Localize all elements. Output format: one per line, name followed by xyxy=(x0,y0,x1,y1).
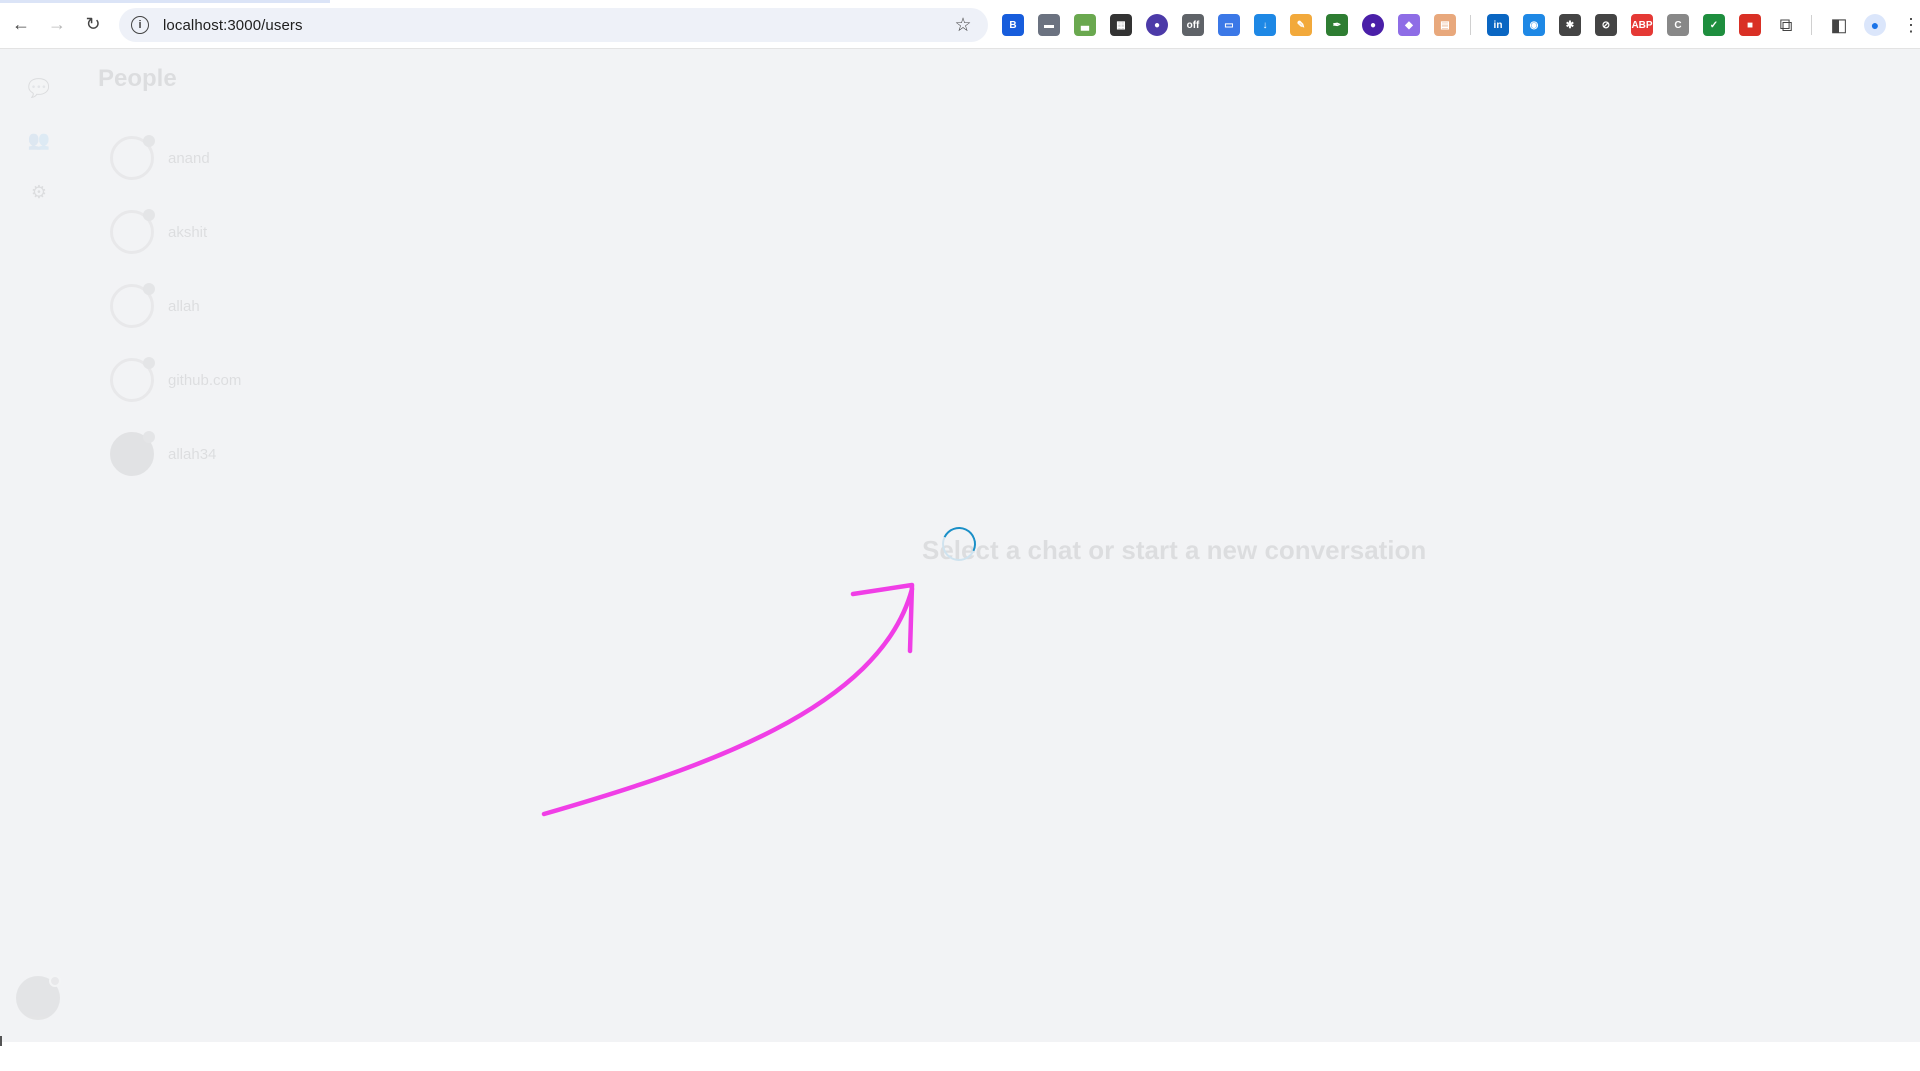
settings-icon: ⚙ xyxy=(30,181,48,202)
app-page: 💬 👥 ⚙ People anand akshit allah github.c… xyxy=(0,49,1920,1042)
user-avatar xyxy=(110,357,155,402)
online-status-dot xyxy=(49,975,61,987)
browser-menu-icon[interactable]: ⋮ xyxy=(1900,14,1920,36)
window-bottom-strip xyxy=(0,1042,1920,1071)
timer-off-icon[interactable]: ⊘ xyxy=(1595,14,1617,36)
video-tool-icon[interactable]: ▬ xyxy=(1038,14,1060,36)
back-button[interactable]: ← xyxy=(8,11,34,37)
current-user-avatar[interactable] xyxy=(16,975,61,1020)
user-name: github.com xyxy=(168,371,242,389)
user-list-item[interactable]: akshit xyxy=(110,195,410,269)
user-avatar xyxy=(110,135,155,180)
url-text[interactable]: localhost:3000/users xyxy=(163,17,952,34)
shopping-bag-icon[interactable]: ● xyxy=(1146,14,1168,36)
site-info-icon[interactable]: i xyxy=(131,16,149,34)
extensions-toolbar: B ▬ ▃ ▦ ● off ▭ ↓ ✎ ✒ ● ◆ ▤ in ◉ ✱ ⊘ ABP C ✓ ■ ⧉ ◧ ● ⋮ xyxy=(1002,13,1920,37)
rail-people-button[interactable]: 👥 xyxy=(28,129,50,151)
chat-icon: 💬 xyxy=(27,77,51,98)
grass-tool-icon[interactable]: ▃ xyxy=(1074,14,1096,36)
reload-button[interactable]: ↻ xyxy=(80,11,106,37)
people-heading: People xyxy=(98,65,177,92)
paint-icon[interactable]: ◆ xyxy=(1398,14,1420,36)
status-dot xyxy=(143,135,155,147)
linkedin-icon[interactable]: in xyxy=(1487,14,1509,36)
user-name: anand xyxy=(168,149,210,167)
reload-icon: ↻ xyxy=(85,13,101,34)
shield-icon[interactable]: ✓ xyxy=(1703,14,1725,36)
user-list-item[interactable]: allah xyxy=(110,269,410,343)
qr-code-icon[interactable]: ▦ xyxy=(1110,14,1132,36)
people-icon: 👥 xyxy=(27,129,51,150)
adblock-icon[interactable]: ABP xyxy=(1631,14,1653,36)
download-icon[interactable]: ↓ xyxy=(1254,14,1276,36)
nav-rail: 💬 👥 ⚙ xyxy=(0,49,80,1042)
address-bar[interactable]: i localhost:3000/users ☆ xyxy=(119,8,988,42)
incognito-off-icon[interactable]: off xyxy=(1182,14,1204,36)
rail-chat-button[interactable]: 💬 xyxy=(28,77,50,99)
highlighter-icon[interactable]: ✎ xyxy=(1290,14,1312,36)
user-list-item[interactable]: anand xyxy=(110,121,410,195)
bookmark-star-icon[interactable]: ☆ xyxy=(952,14,974,37)
browser-toolbar: ← → ↻ i localhost:3000/users ☆ B ▬ ▃ ▦ ● off ▭… xyxy=(0,0,1920,49)
user-name: akshit xyxy=(168,223,208,241)
window-edge-marker xyxy=(0,1036,2,1046)
screen-capture-icon[interactable]: ▭ xyxy=(1218,14,1240,36)
pen-tool-icon[interactable]: ✒ xyxy=(1326,14,1348,36)
user-list-item[interactable]: allah34 xyxy=(110,417,410,491)
bitwarden-icon[interactable]: B xyxy=(1002,14,1024,36)
back-arrow-icon: ← xyxy=(12,13,30,34)
forward-arrow-icon: → xyxy=(48,13,66,34)
user-name: allah34 xyxy=(168,445,217,463)
extensions-puzzle-icon[interactable]: ⧉ xyxy=(1775,14,1797,36)
status-dot xyxy=(143,209,155,221)
user-avatar xyxy=(110,283,155,328)
status-dot xyxy=(143,283,155,295)
calendar-icon[interactable]: ▤ xyxy=(1434,14,1456,36)
user-name: allah xyxy=(168,297,200,315)
side-panel-icon[interactable]: ◧ xyxy=(1828,14,1850,36)
user-list-item[interactable]: github.com xyxy=(110,343,410,417)
status-dot xyxy=(143,357,155,369)
forward-button[interactable]: → xyxy=(44,11,70,37)
status-dot xyxy=(143,431,155,443)
proton-icon[interactable]: ● xyxy=(1362,14,1384,36)
bug-icon[interactable]: ✱ xyxy=(1559,14,1581,36)
user-avatar xyxy=(110,431,155,476)
empty-state-message: Select a chat or start a new conversatio… xyxy=(922,535,1427,565)
toolbar-separator xyxy=(1811,15,1812,35)
toolbar-separator xyxy=(1470,15,1471,35)
rail-settings-button[interactable]: ⚙ xyxy=(28,181,50,203)
camera-icon[interactable]: ◉ xyxy=(1523,14,1545,36)
user-avatar xyxy=(110,209,155,254)
profile-avatar-icon[interactable]: ● xyxy=(1864,14,1886,36)
code-icon[interactable]: C xyxy=(1667,14,1689,36)
user-list: anand akshit allah github.com allah34 xyxy=(110,121,410,491)
video-record-icon[interactable]: ■ xyxy=(1739,14,1761,36)
page-load-progress xyxy=(0,0,330,3)
